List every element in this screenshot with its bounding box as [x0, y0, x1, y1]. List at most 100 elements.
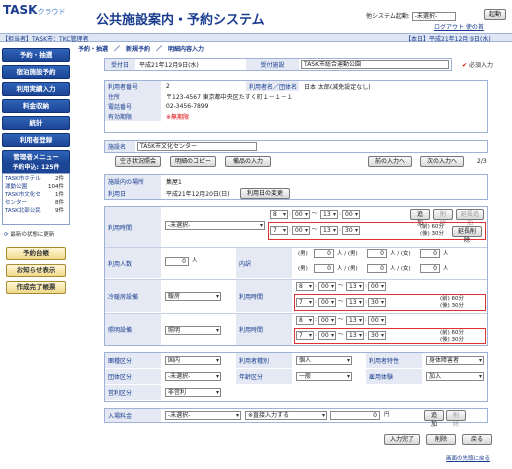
- fee-select[interactable]: -未選択-: [165, 411, 241, 420]
- male2-input[interactable]: 0: [367, 249, 387, 258]
- next-entry-button[interactable]: 次の入力へ: [420, 156, 464, 167]
- back-button[interactable]: 戻る: [462, 434, 492, 445]
- receipt-facility-label: 受付施設: [246, 59, 299, 70]
- age-select[interactable]: 一般: [296, 372, 352, 381]
- light-end-min[interactable]: 00: [368, 316, 386, 325]
- group-select[interactable]: 国内: [165, 356, 221, 365]
- fee-input[interactable]: 0: [330, 411, 380, 420]
- hvac-ext-start-hour[interactable]: 7: [296, 298, 314, 307]
- required-legend: ✔ 必須入力: [462, 62, 493, 69]
- light-start-min[interactable]: 00: [318, 316, 336, 325]
- fee-delete-button[interactable]: 削除: [446, 410, 466, 428]
- vacancy-button[interactable]: 空き状況照会: [115, 156, 161, 167]
- light-end-hour[interactable]: 13: [346, 316, 364, 325]
- system-select[interactable]: -未選択-: [411, 12, 456, 21]
- extension-add-button[interactable]: 延長追加: [456, 209, 484, 227]
- light-ext-start-min[interactable]: 00: [318, 331, 336, 340]
- phone-label: 電話番号: [105, 101, 161, 111]
- org-label: 団体区分: [105, 369, 161, 384]
- delete-time-button[interactable]: 削除: [433, 209, 453, 227]
- copy-button[interactable]: 明細のコピー: [170, 156, 216, 167]
- phone: 02-3456-7899: [166, 102, 209, 110]
- sidebar-item-lodging[interactable]: 宿泊施設予約: [2, 65, 70, 79]
- start-min-select[interactable]: 00: [292, 210, 310, 219]
- hvac-time-label: 利用時間: [236, 280, 292, 312]
- list-item[interactable]: センター 8件: [5, 199, 67, 207]
- report-button[interactable]: 作成完了帳票: [6, 281, 66, 294]
- male2-input-2[interactable]: 0: [367, 264, 387, 273]
- ext-end-hour-select[interactable]: 13: [320, 226, 338, 235]
- light-start-hour[interactable]: 8: [296, 316, 314, 325]
- notice-button[interactable]: お知らせ表示: [6, 264, 66, 277]
- prev-entry-button[interactable]: 前の入力へ: [368, 156, 412, 167]
- hvac-end-hour[interactable]: 13: [346, 282, 364, 291]
- fee-unit: 円: [384, 412, 390, 418]
- colon: :: [315, 317, 317, 323]
- start-hour-select[interactable]: 8: [270, 210, 288, 219]
- booking-ledger-button[interactable]: 予約台帳: [6, 247, 66, 260]
- user-type-select[interactable]: 個人: [296, 356, 352, 365]
- extension-delete-button[interactable]: 延長削除: [452, 226, 482, 244]
- people-label: 利用人数: [105, 248, 161, 278]
- list-item[interactable]: 運動公園 104件: [5, 183, 67, 191]
- ext-start-min-select[interactable]: 00: [292, 226, 310, 235]
- hvac-ext-end-hour[interactable]: 13: [346, 298, 364, 307]
- ext-end-min-select[interactable]: 30: [342, 226, 360, 235]
- purpose-select[interactable]: -未選択-: [165, 221, 265, 230]
- female-input[interactable]: 0: [420, 249, 440, 258]
- fee-direct-select[interactable]: ※直接入力する: [245, 411, 327, 420]
- female-input-2[interactable]: 0: [420, 264, 440, 273]
- hvac-ext-end-min[interactable]: 30: [368, 298, 386, 307]
- male-input-2[interactable]: 0: [314, 264, 334, 273]
- user-no-label: 利用者番号: [105, 81, 161, 91]
- hvac-select[interactable]: 暖房: [165, 292, 221, 301]
- ext-start-hour-select[interactable]: 7: [270, 226, 288, 235]
- user-trait-select[interactable]: 身体障害者: [426, 356, 484, 365]
- back-to-top-link[interactable]: 画面の先頭に戻る: [446, 456, 490, 463]
- receipt-date: 平成21年12月9日(水): [139, 62, 199, 69]
- app-title: 公共施設案内・予約システム: [96, 13, 265, 28]
- sidebar-item-reservation[interactable]: 予約・抽選: [2, 48, 70, 62]
- hvac-label: 冷暖房設備: [105, 280, 161, 312]
- start-button[interactable]: 起動: [484, 9, 507, 20]
- profit-select[interactable]: 非営利: [165, 388, 221, 397]
- org-select[interactable]: -未選択-: [165, 372, 221, 381]
- end-hour-select[interactable]: 13: [320, 210, 338, 219]
- people-input[interactable]: 0: [165, 257, 189, 266]
- confirm-button[interactable]: 入力完了: [384, 434, 420, 445]
- delete-button[interactable]: 削除: [426, 434, 456, 445]
- tilde: ～: [338, 299, 344, 305]
- sidebar-item-usage-input[interactable]: 利用実績入力: [2, 82, 70, 96]
- employ-select[interactable]: 加入: [426, 372, 484, 381]
- colon: :: [365, 283, 367, 289]
- hvac-end-min[interactable]: 00: [368, 282, 386, 291]
- light-ext-start-hour[interactable]: 7: [296, 331, 314, 340]
- hvac-start-min[interactable]: 00: [318, 282, 336, 291]
- use-date-label: 利用日: [105, 187, 161, 199]
- end-min-select[interactable]: 00: [342, 210, 360, 219]
- sidebar-item-stats[interactable]: 統計: [2, 116, 70, 130]
- hvac-ext-start-min[interactable]: 00: [318, 298, 336, 307]
- lighting-select[interactable]: 照明: [165, 326, 221, 335]
- fee-add-button[interactable]: 追加: [424, 410, 444, 428]
- sidebar-item-fees[interactable]: 料金収納: [2, 99, 70, 113]
- header-links[interactable]: ログアウト 使の首: [434, 22, 484, 31]
- bd-unit: 人 / (女): [390, 251, 411, 257]
- facility-name: TASK市文化センター: [137, 142, 257, 151]
- list-item[interactable]: TASK市ホテル 2件: [5, 175, 67, 183]
- divider: [105, 247, 487, 248]
- light-ext-end-min[interactable]: 30: [368, 331, 386, 340]
- change-date-button[interactable]: 利用日の変更: [240, 188, 290, 199]
- light-ext-end-hour[interactable]: 13: [346, 331, 364, 340]
- extension-minutes: (前) 60分 (後) 30分: [420, 224, 445, 237]
- list-item[interactable]: TASK市文化セ 1件: [5, 191, 67, 199]
- male-input[interactable]: 0: [314, 249, 334, 258]
- refresh-link[interactable]: ⟳ 最新の状態に更新: [4, 230, 54, 238]
- required-icon: ✔: [462, 62, 468, 69]
- add-time-button[interactable]: 追加: [410, 209, 430, 227]
- hvac-start-hour[interactable]: 8: [296, 282, 314, 291]
- list-item[interactable]: TASK北部公民 9件: [5, 207, 67, 215]
- colon: :: [289, 227, 291, 233]
- equipment-button[interactable]: 備品の入力: [225, 156, 271, 167]
- sidebar-item-user-reg[interactable]: 利用者登録: [2, 133, 70, 147]
